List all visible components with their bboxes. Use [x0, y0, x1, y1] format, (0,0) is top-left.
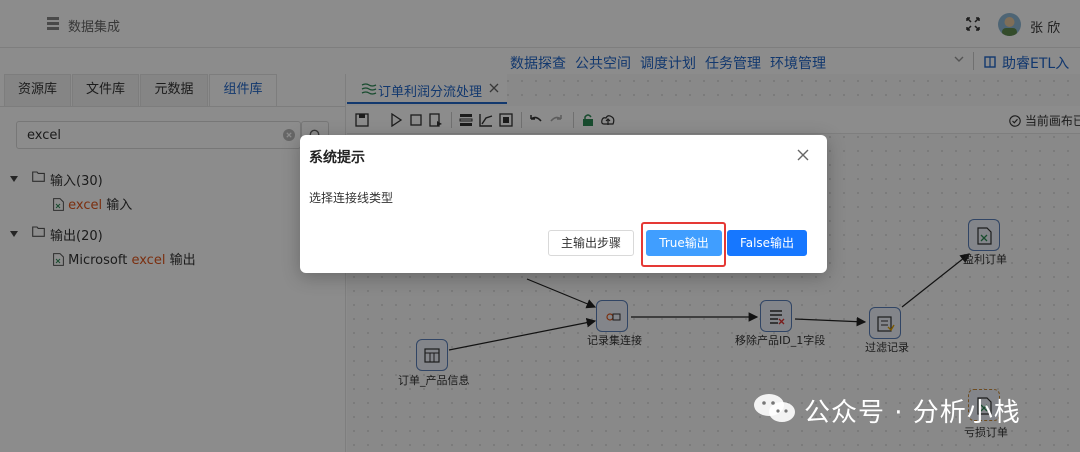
wechat-icon — [754, 394, 795, 422]
main-output-button[interactable]: 主输出步骤 — [548, 230, 634, 256]
system-prompt-dialog: 系统提示 选择连接线类型 主输出步骤 True输出 False输出 — [300, 135, 827, 273]
highlight-annotation — [641, 222, 726, 267]
dialog-message: 选择连接线类型 — [309, 191, 394, 205]
false-output-button[interactable]: False输出 — [727, 230, 807, 256]
close-icon[interactable] — [797, 149, 809, 161]
dialog-title: 系统提示 — [309, 150, 365, 166]
watermark-text: 公众号 · 分析小栈 — [804, 398, 1021, 428]
